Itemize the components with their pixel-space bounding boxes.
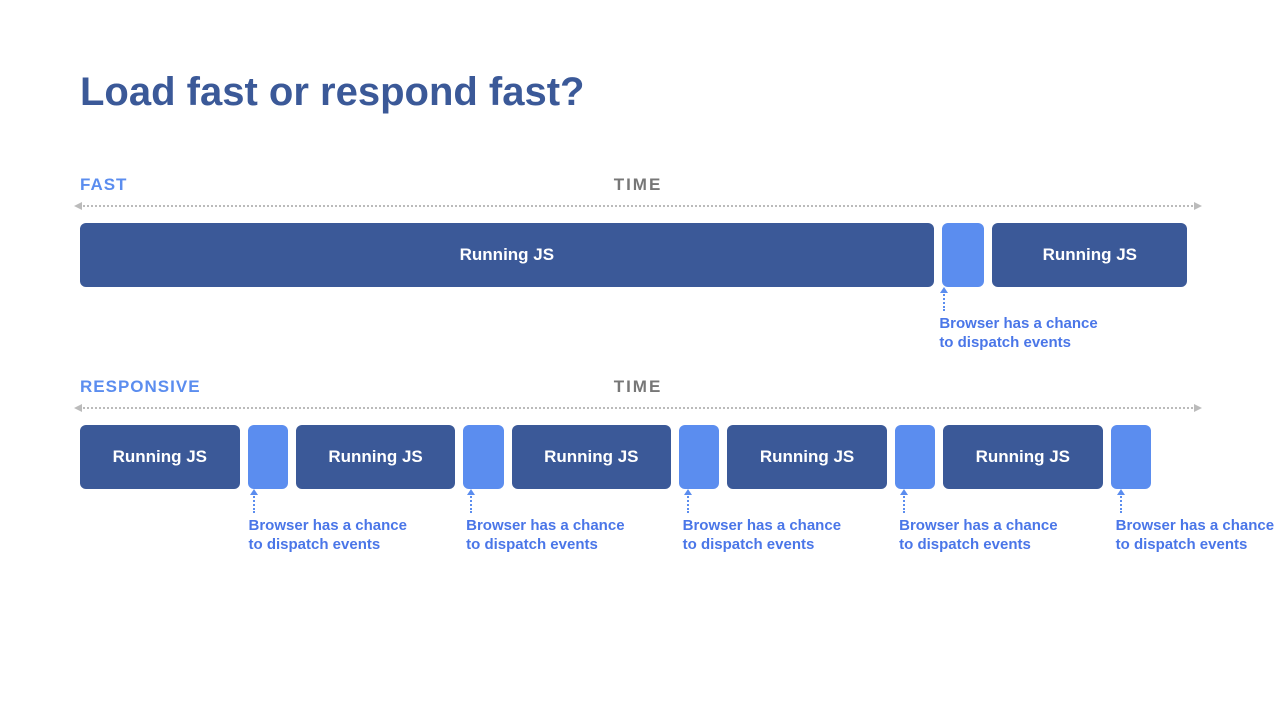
fast-track: Running JS Running JS [80, 223, 1196, 287]
dispatch-events-annotation: Browser has a chance to dispatch events [1116, 517, 1276, 555]
responsive-section: RESPONSIVE TIME Running JSRunning JSRunn… [80, 377, 1196, 489]
responsive-track: Running JS Running JS Running JS Running JS… [80, 425, 1196, 489]
block-label: Running JS [328, 447, 422, 467]
block-label: Running JS [113, 447, 207, 467]
block-label: Running JS [760, 447, 854, 467]
timeline-responsive [80, 407, 1196, 409]
dispatch-events-annotation: Browser has a chance to dispatch events [249, 517, 409, 555]
time-label-fast: TIME [614, 175, 663, 195]
fast-label: FAST [80, 175, 127, 195]
event-gap-block [942, 223, 984, 287]
running-js-block: Running JS [727, 425, 887, 489]
running-js-block: Running JS [512, 425, 672, 489]
block-label: Running JS [1043, 245, 1137, 265]
running-js-block: Running JS [992, 223, 1187, 287]
responsive-label: RESPONSIVE [80, 377, 201, 397]
timeline-fast [80, 205, 1196, 207]
running-js-block: Running JS [80, 223, 934, 287]
fast-section: FAST TIME Running JSRunning JS Browser h… [80, 175, 1196, 287]
block-label: Running JS [976, 447, 1070, 467]
running-js-block: Running JS [296, 425, 456, 489]
event-gap-block [895, 425, 935, 489]
time-label-responsive: TIME [614, 377, 663, 397]
block-label: Running JS [460, 245, 554, 265]
event-gap-block [679, 425, 719, 489]
page-title: Load fast or respond fast? [80, 70, 1196, 115]
event-gap-block [248, 425, 288, 489]
running-js-block: Running JS [943, 425, 1103, 489]
event-gap-block [1111, 425, 1151, 489]
dispatch-events-annotation: Browser has a chance to dispatch events [466, 517, 626, 555]
dispatch-events-annotation: Browser has a chance to dispatch events [939, 315, 1099, 353]
block-label: Running JS [544, 447, 638, 467]
dispatch-events-annotation: Browser has a chance to dispatch events [899, 517, 1059, 555]
dispatch-events-annotation: Browser has a chance to dispatch events [683, 517, 843, 555]
event-gap-block [463, 425, 503, 489]
running-js-block: Running JS [80, 425, 240, 489]
